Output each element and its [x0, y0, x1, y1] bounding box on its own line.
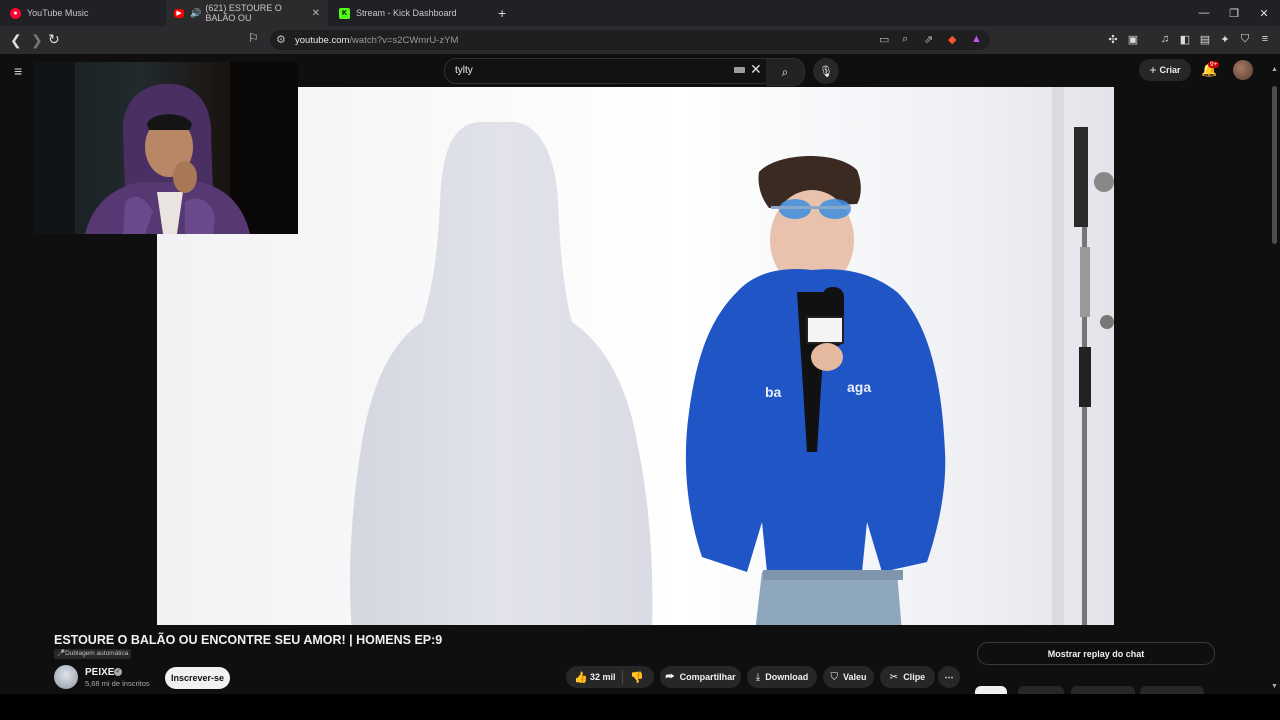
more-actions-button[interactable]: ⋯ — [938, 666, 960, 688]
video-title: ESTOURE O BALÃO OU ENCONTRE SEU AMOR! | … — [54, 633, 443, 647]
minimize-button[interactable]: — — [1189, 0, 1219, 26]
site-info-icon[interactable]: ⚙ — [276, 33, 286, 46]
browser-menu-icon[interactable]: ≡ — [1258, 32, 1272, 46]
vpn-icon[interactable]: ⛉ — [1238, 32, 1252, 46]
clip-button[interactable]: ✂ Clipe — [880, 666, 935, 688]
presenter-image: ba aga — [685, 155, 946, 625]
thanks-label: Valeu — [842, 672, 867, 682]
more-icon: ⋯ — [944, 671, 954, 682]
kick-icon: K — [339, 7, 350, 19]
create-button[interactable]: + Criar — [1139, 59, 1191, 81]
share-icon: ⮫ — [665, 671, 675, 683]
wallet-icon[interactable]: ▤ — [1198, 32, 1212, 46]
new-tab-button[interactable]: + — [498, 5, 506, 21]
audio-playing-icon: 🔊 — [190, 7, 202, 18]
restore-button[interactable]: ❐ — [1219, 0, 1249, 26]
clip-label: Clipe — [903, 672, 926, 682]
like-divider — [622, 670, 623, 684]
subscriber-count: 5,68 mi de inscritos — [85, 679, 150, 688]
scroll-down-icon[interactable]: ▼ — [1271, 683, 1278, 690]
screenshot-icon[interactable]: ▣ — [1126, 32, 1140, 46]
scrollbar-thumb[interactable] — [1272, 86, 1277, 244]
reload-icon[interactable]: ↻ — [48, 31, 60, 48]
dub-icon: 🎤 — [57, 650, 66, 657]
thanks-button[interactable]: ⛉ Valeu — [823, 666, 874, 688]
webcam-overlay — [35, 62, 298, 234]
mic-icon: 🎙 — [819, 65, 833, 78]
bookmark-icon[interactable]: ⚐ — [248, 31, 259, 45]
share-page-icon[interactable]: ⇗ — [924, 33, 933, 46]
media-controls-icon[interactable]: ♫ — [1158, 32, 1172, 46]
clear-search-icon[interactable]: ✕ — [750, 61, 762, 78]
download-label: Download — [765, 672, 809, 682]
url-text[interactable]: youtube.com/watch?v=s2CWmrU-zYM — [295, 35, 458, 46]
url-host: youtube.com — [295, 35, 350, 46]
svg-text:ba: ba — [765, 384, 782, 400]
guide-menu-icon[interactable]: ≡ — [14, 63, 22, 79]
close-window-button[interactable]: ✕ — [1249, 0, 1279, 26]
create-label: Criar — [1159, 65, 1181, 75]
dub-label: Dublagem automática — [65, 650, 129, 657]
download-icon: ⤓ — [755, 671, 761, 683]
light-stand-image — [1052, 87, 1114, 625]
channel-avatar[interactable] — [54, 665, 78, 689]
svg-text:aga: aga — [847, 379, 871, 395]
channel-name[interactable]: PEIXE — [85, 667, 114, 678]
plus-icon: + — [1149, 63, 1157, 77]
tab-label: YouTube Music — [27, 8, 89, 18]
show-chat-replay-button[interactable]: Mostrar replay do chat — [977, 642, 1215, 665]
share-label: Compartilhar — [679, 672, 736, 682]
keyboard-icon[interactable] — [734, 67, 745, 73]
tab-youtube-music[interactable]: ● YouTube Music — [0, 0, 166, 26]
youtube-icon: ▶ — [174, 8, 185, 18]
auto-dub-badge: 🎤Dublagem automática — [54, 649, 132, 659]
thanks-icon: ⛉ — [830, 671, 838, 683]
notification-badge: 9+ — [1208, 61, 1220, 68]
brave-shields-icon[interactable]: ◆ — [948, 33, 956, 46]
tab-label: Stream - Kick Dashboard — [356, 8, 457, 18]
zoom-icon[interactable]: ⌕ — [902, 33, 908, 46]
shadow-silhouette-image — [350, 122, 653, 625]
tab-label: (621) ESTOURE O BALÃO OU — [205, 3, 282, 23]
account-avatar[interactable] — [1233, 60, 1253, 80]
download-button[interactable]: ⤓ Download — [747, 666, 817, 688]
browser-tab-strip: ● YouTube Music ▶ 🔊 (621) ESTOURE O BALÃ… — [0, 0, 1280, 26]
bottom-black-bar — [0, 694, 1280, 720]
search-query[interactable]: tylty — [455, 65, 473, 76]
brave-rewards-icon[interactable]: ▲ — [971, 33, 982, 45]
sidebar-icon[interactable]: ◧ — [1178, 32, 1192, 46]
scissors-icon: ✂ — [889, 671, 899, 683]
search-button[interactable]: ⌕ — [766, 58, 805, 86]
search-icon: ⌕ — [781, 64, 789, 79]
close-tab-icon[interactable]: ✕ — [312, 8, 320, 19]
share-button[interactable]: ⮫ Compartilhar — [660, 666, 741, 688]
like-count[interactable]: 32 mil — [590, 672, 616, 682]
subscribe-button[interactable]: Inscrever-se — [165, 667, 230, 689]
cast-icon[interactable]: ▭ — [879, 33, 889, 46]
scroll-up-icon[interactable]: ▲ — [1271, 66, 1278, 73]
leo-ai-icon[interactable]: ✦ — [1218, 32, 1232, 46]
extensions-icon[interactable]: ✣ — [1106, 32, 1120, 46]
voice-search-button[interactable]: 🎙 — [813, 58, 839, 84]
back-icon[interactable]: ❮ — [10, 32, 22, 49]
forward-icon[interactable]: ❯ — [31, 32, 43, 49]
url-path: /watch?v=s2CWmrU-zYM — [349, 35, 459, 46]
tab-youtube-video[interactable]: ▶ 🔊 (621) ESTOURE O BALÃO OU ✕ — [166, 0, 328, 26]
verified-icon: ✓ — [114, 668, 122, 676]
streamer-webcam-image — [35, 62, 298, 234]
like-dislike-group: 👍 32 mil 👎 — [566, 666, 654, 688]
like-icon[interactable]: 👍 — [574, 671, 588, 684]
dislike-icon[interactable]: 👎 — [630, 671, 644, 684]
youtube-music-icon: ● — [10, 7, 21, 19]
video-player[interactable]: ba aga — [157, 87, 1114, 625]
search-input[interactable] — [444, 58, 768, 84]
tab-kick-dashboard[interactable]: K Stream - Kick Dashboard — [330, 0, 495, 26]
